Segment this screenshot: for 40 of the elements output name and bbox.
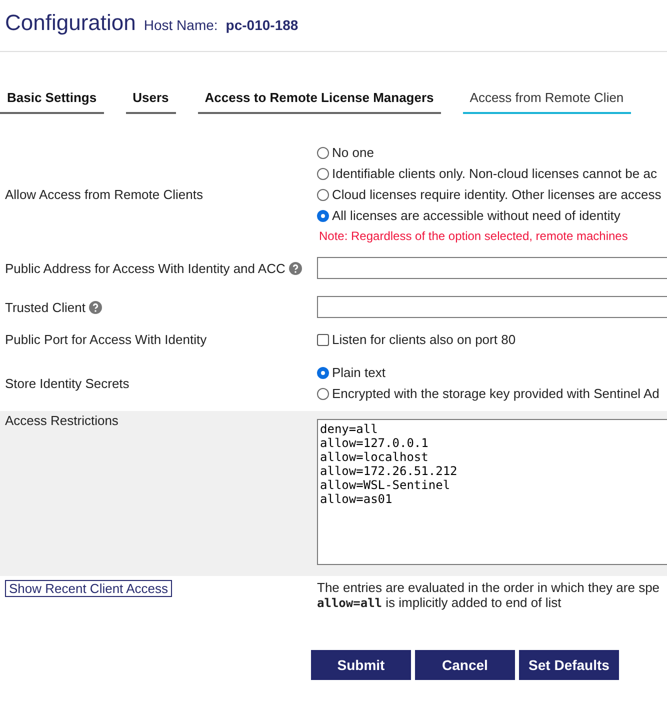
field-label: Public Address for Access With Identity and ACC bbox=[5, 260, 286, 276]
text-area[interactable]: deny=all allow=127.0.0.1 allow=localhost allow=172.26.51.212 allow=WSL-Sentinel allow=as01 bbox=[317, 419, 667, 565]
host-name-label: Host Name: bbox=[144, 17, 218, 33]
code-text: allow=all bbox=[317, 596, 382, 610]
action-button[interactable]: Set Defaults bbox=[519, 650, 619, 680]
tab[interactable]: Basic Settings bbox=[0, 88, 104, 114]
host-name: pc-010-188 bbox=[226, 17, 298, 33]
hint-text: is implicitly added to end of list bbox=[386, 595, 562, 610]
option-label: Encrypted with the storage key provided with Sentinel Ad bbox=[332, 386, 660, 401]
field-label: Access Restrictions bbox=[4, 413, 120, 428]
radio-button[interactable] bbox=[317, 188, 329, 200]
option-label: No one bbox=[332, 145, 374, 160]
input-field[interactable] bbox=[317, 257, 667, 279]
field-label: Allow Access from Remote Clients bbox=[4, 186, 204, 202]
radio-button[interactable] bbox=[317, 168, 329, 180]
radio-button[interactable] bbox=[317, 366, 329, 378]
field-label: Public Port for Access With Identity bbox=[4, 332, 208, 347]
radio-button[interactable] bbox=[317, 146, 329, 158]
action-button[interactable]: Cancel bbox=[415, 650, 515, 680]
option-label: Identifiable clients only. Non-cloud licenses cannot be ac bbox=[332, 166, 657, 181]
help-icon[interactable] bbox=[289, 262, 302, 274]
option-label: Plain text bbox=[332, 365, 386, 380]
tab[interactable]: Access to Remote License Managers bbox=[198, 88, 441, 114]
field-label: Trusted Client bbox=[5, 300, 86, 314]
action-button[interactable]: Submit bbox=[311, 650, 411, 680]
radio-button[interactable] bbox=[317, 210, 329, 222]
warning-note: Note: Regardless of the option selected, remote machines bbox=[318, 229, 629, 243]
hint-text: The entries are evaluated in the order in which they are spe bbox=[317, 580, 661, 595]
show-recent-button[interactable]: Show Recent Client Access bbox=[5, 580, 172, 597]
option-label: Listen for clients also on port 80 bbox=[332, 332, 516, 347]
page-title: Configuration bbox=[5, 10, 136, 36]
option-label: Cloud licenses require identity. Other licenses are access bbox=[332, 187, 662, 202]
tab[interactable]: Access from Remote Clien bbox=[462, 88, 631, 114]
field-label: Store Identity Secrets bbox=[4, 376, 130, 390]
input-field[interactable] bbox=[317, 296, 667, 318]
option-label: All licenses are accessible without need of identity bbox=[332, 208, 620, 223]
checkbox[interactable] bbox=[317, 334, 329, 346]
help-icon[interactable] bbox=[89, 300, 102, 314]
tab[interactable]: Users bbox=[126, 88, 176, 114]
radio-button[interactable] bbox=[317, 388, 329, 400]
